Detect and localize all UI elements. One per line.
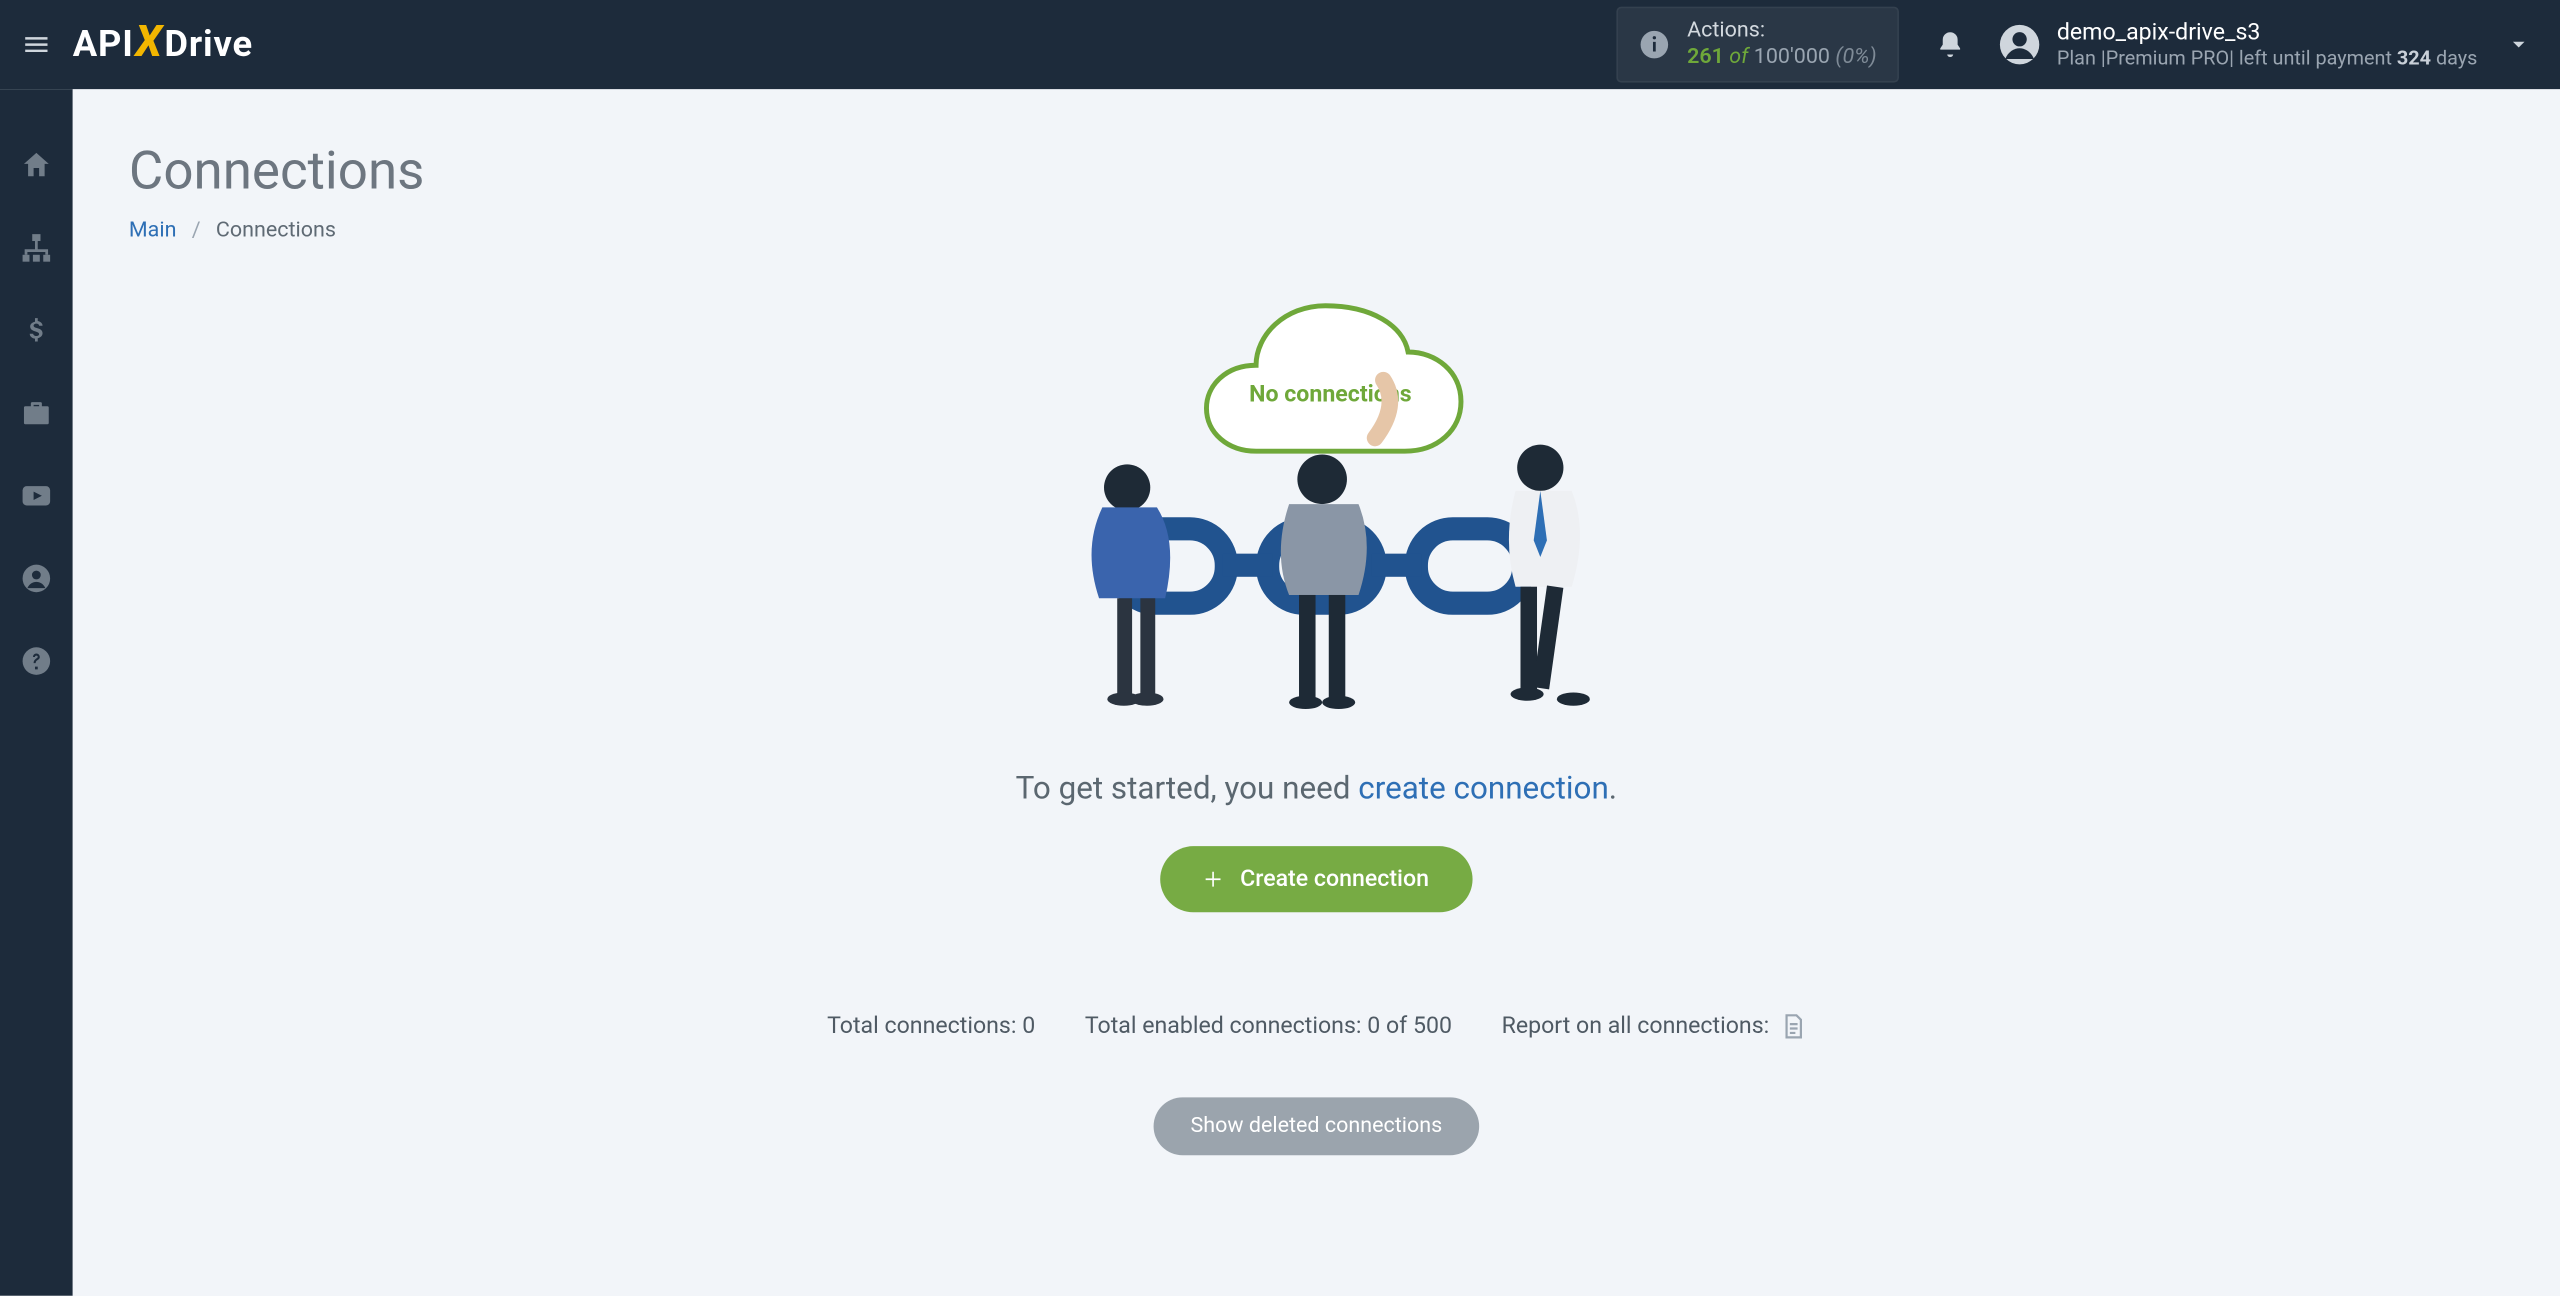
info-icon [1638,28,1671,61]
sitemap-icon [20,231,53,264]
topbar: APIXDrive Actions: 261 of 100'000 (0%) d… [0,0,2560,89]
actions-used: 261 [1687,45,1724,70]
breadcrumb: Main / Connections [129,218,2504,243]
user-name: demo_apix-drive_s3 [2057,20,2478,46]
actions-of: of [1729,45,1748,70]
enabled-connections: Total enabled connections: 0 of 500 [1085,1013,1452,1039]
sidebar-item-help[interactable] [0,641,73,681]
help-icon [20,645,53,678]
empty-state: No connections [129,289,2504,1155]
page-title: Connections [129,139,2504,202]
dollar-icon [20,314,53,347]
briefcase-icon [20,397,53,430]
sidebar-item-briefcase[interactable] [0,393,73,433]
actions-label: Actions: [1687,19,1877,45]
sidebar-item-sitemap[interactable] [0,228,73,268]
sidebar-item-home[interactable] [0,145,73,185]
hamburger-icon [21,30,51,60]
actions-total: 100'000 [1754,45,1830,70]
actions-counter[interactable]: Actions: 261 of 100'000 (0%) [1616,7,1898,82]
sidebar [0,89,73,1295]
main-content: Connections Main / Connections No connec… [73,89,2560,1295]
sidebar-item-billing[interactable] [0,311,73,351]
user-menu-chevron[interactable] [2494,33,2544,56]
create-connection-button[interactable]: Create connection [1161,846,1472,912]
actions-pct: (0%) [1835,45,1876,70]
home-icon [20,149,53,182]
report-all-connections[interactable]: Report on all connections: [1502,1011,1806,1041]
chevron-down-icon [2507,33,2530,56]
user-plan: Plan |Premium PRO| left until payment 32… [2057,46,2478,69]
create-connection-link[interactable]: create connection [1358,769,1609,807]
sidebar-item-account[interactable] [0,559,73,599]
show-deleted-button[interactable]: Show deleted connections [1154,1097,1478,1155]
bell-icon [1935,30,1965,60]
stats-row: Total connections: 0 Total enabled conne… [129,1011,2504,1041]
hamburger-menu[interactable] [0,0,73,89]
sidebar-item-video[interactable] [0,476,73,516]
total-connections: Total connections: 0 [827,1013,1035,1039]
user-circle-icon [20,562,53,595]
document-icon [1779,1011,1805,1041]
breadcrumb-main-link[interactable]: Main [129,218,177,243]
logo[interactable]: APIXDrive [73,20,253,70]
breadcrumb-current: Connections [216,218,336,243]
empty-illustration: No connections [1044,289,1589,735]
avatar-icon [1997,23,2040,66]
create-connection-button-label: Create connection [1240,866,1429,892]
notifications-button[interactable] [1921,30,1977,60]
youtube-icon [20,479,53,512]
plus-icon [1204,869,1224,889]
empty-state-text: To get started, you need create connecti… [129,769,2504,807]
user-menu[interactable]: demo_apix-drive_s3 Plan |Premium PRO| le… [1997,20,2477,70]
